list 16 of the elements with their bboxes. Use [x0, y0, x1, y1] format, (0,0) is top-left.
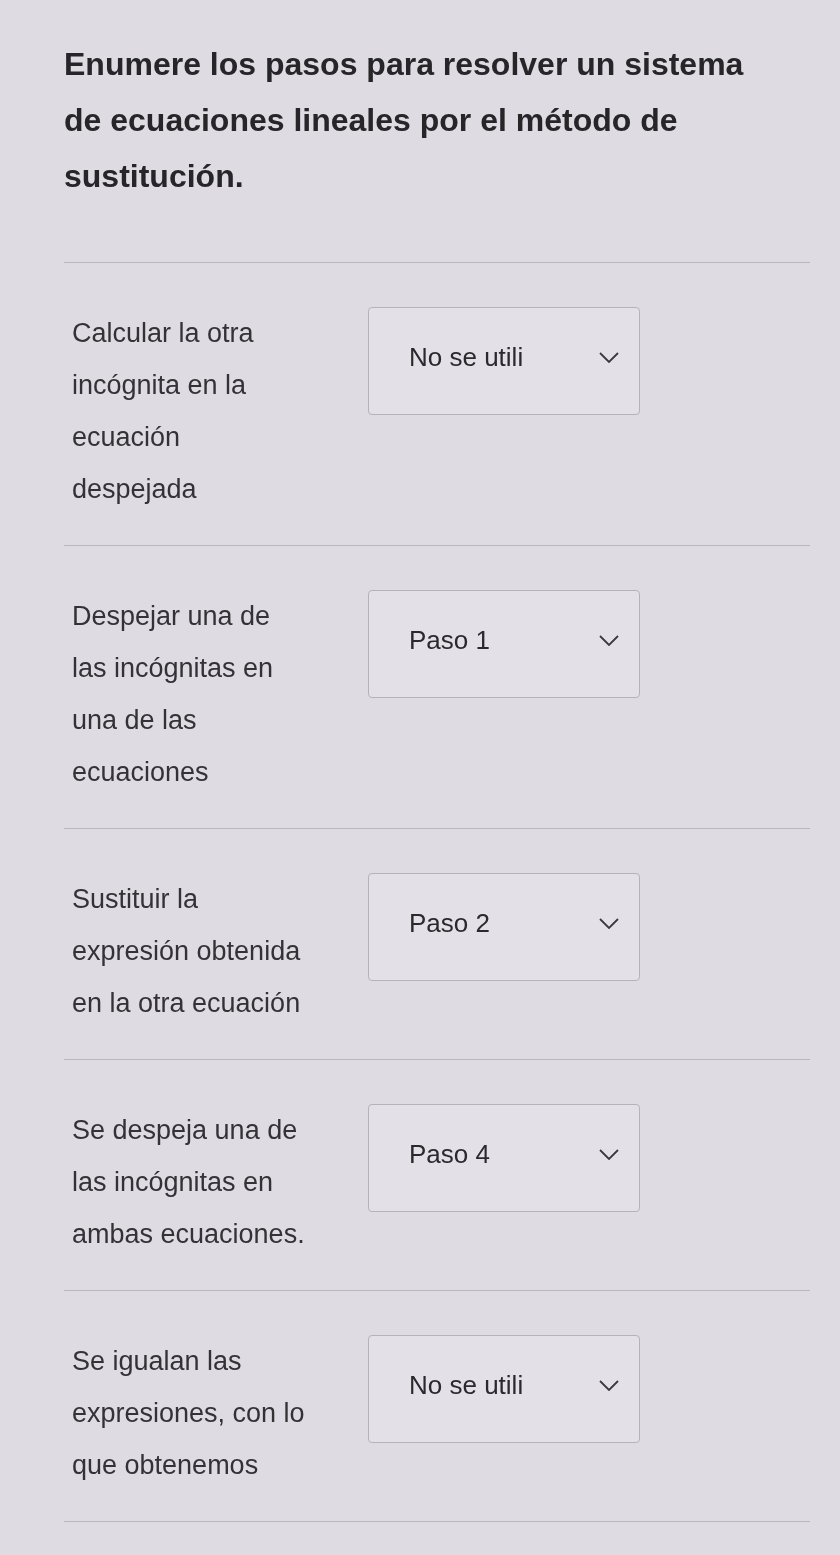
- step-dropdown[interactable]: Paso 2: [368, 873, 640, 981]
- step-dropdown[interactable]: No se utili: [368, 307, 640, 415]
- chevron-down-icon: [599, 634, 619, 646]
- chevron-down-icon: [599, 1148, 619, 1160]
- step-description: Calcular la otra incógnita en la ecuación despejada: [72, 317, 255, 506]
- question-text: Enumere los pasos para resolver un sistema de ecuaciones lineales por el método de sustitución.: [64, 45, 745, 196]
- step-description: Se igualan las expresiones, con lo que obtenemos: [72, 1345, 306, 1482]
- step-dropdown[interactable]: No se utili: [368, 1335, 640, 1443]
- step-description: Despejar una de las incógnitas en una de las ecuaciones: [72, 600, 275, 789]
- step-dropdown[interactable]: Paso 4: [368, 1104, 640, 1212]
- step-description: Sustituir la expresión obtenida en la otra ecuación: [72, 883, 302, 1020]
- chevron-down-icon: [599, 917, 619, 929]
- step-description: Se despeja una de las incógnitas en ambas ecuaciones.: [72, 1114, 306, 1251]
- chevron-down-icon: [599, 1379, 619, 1391]
- chevron-down-icon: [599, 351, 619, 363]
- step-dropdown[interactable]: Paso 1: [368, 590, 640, 698]
